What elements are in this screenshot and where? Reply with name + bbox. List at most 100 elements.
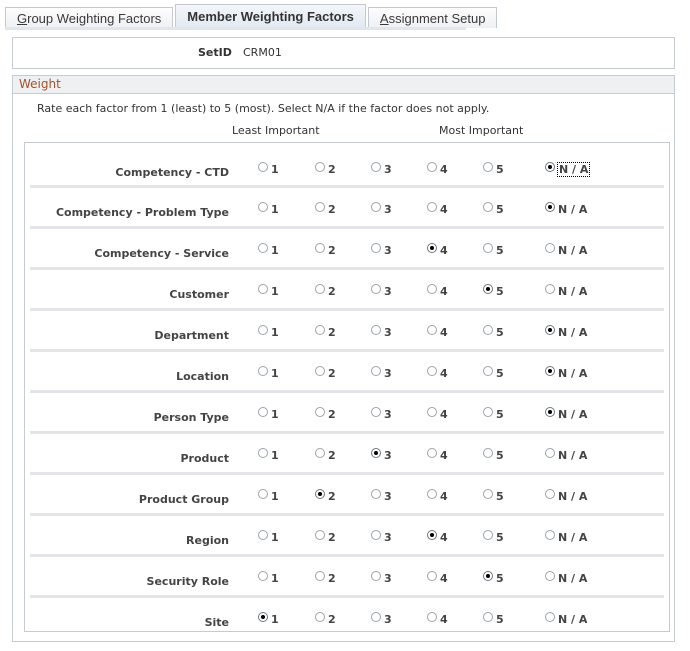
radio-button[interactable] xyxy=(258,366,268,376)
radio-button[interactable] xyxy=(545,530,555,540)
radio-button[interactable] xyxy=(315,202,325,212)
radio-button[interactable] xyxy=(315,530,325,540)
radio-button[interactable] xyxy=(427,284,437,294)
radio-option-1[interactable]: 1 xyxy=(258,243,279,257)
radio-button[interactable] xyxy=(483,284,493,294)
radio-option-na[interactable]: N / A xyxy=(545,366,587,380)
radio-button[interactable] xyxy=(315,612,325,622)
radio-option-na[interactable]: N / A xyxy=(545,243,587,257)
radio-option-5[interactable]: 5 xyxy=(483,530,504,544)
radio-option-4[interactable]: 4 xyxy=(427,530,448,544)
radio-button[interactable] xyxy=(371,571,381,581)
radio-option-3[interactable]: 3 xyxy=(371,202,392,216)
radio-option-3[interactable]: 3 xyxy=(371,162,392,176)
radio-button[interactable] xyxy=(258,407,268,417)
radio-option-1[interactable]: 1 xyxy=(258,448,279,462)
radio-button[interactable] xyxy=(371,448,381,458)
radio-button[interactable] xyxy=(258,571,268,581)
radio-option-3[interactable]: 3 xyxy=(371,448,392,462)
radio-option-5[interactable]: 5 xyxy=(483,612,504,626)
radio-option-4[interactable]: 4 xyxy=(427,366,448,380)
radio-button[interactable] xyxy=(258,612,268,622)
radio-option-1[interactable]: 1 xyxy=(258,162,279,176)
radio-option-5[interactable]: 5 xyxy=(483,202,504,216)
tab-assignment-setup[interactable]: Assignment Setup xyxy=(367,7,498,28)
radio-button[interactable] xyxy=(427,202,437,212)
radio-option-3[interactable]: 3 xyxy=(371,571,392,585)
radio-option-4[interactable]: 4 xyxy=(427,448,448,462)
radio-button[interactable] xyxy=(371,162,381,172)
radio-button[interactable] xyxy=(258,243,268,253)
radio-button[interactable] xyxy=(545,325,555,335)
radio-option-3[interactable]: 3 xyxy=(371,284,392,298)
radio-button[interactable] xyxy=(427,162,437,172)
radio-button[interactable] xyxy=(427,489,437,499)
radio-button[interactable] xyxy=(371,366,381,376)
radio-button[interactable] xyxy=(258,530,268,540)
radio-button[interactable] xyxy=(258,448,268,458)
radio-option-5[interactable]: 5 xyxy=(483,325,504,339)
radio-option-4[interactable]: 4 xyxy=(427,202,448,216)
radio-button[interactable] xyxy=(258,284,268,294)
radio-button[interactable] xyxy=(258,162,268,172)
radio-option-5[interactable]: 5 xyxy=(483,448,504,462)
radio-option-3[interactable]: 3 xyxy=(371,366,392,380)
radio-option-1[interactable]: 1 xyxy=(258,530,279,544)
radio-option-5[interactable]: 5 xyxy=(483,284,504,298)
radio-button[interactable] xyxy=(258,202,268,212)
radio-option-1[interactable]: 1 xyxy=(258,612,279,626)
radio-button[interactable] xyxy=(483,571,493,581)
radio-option-5[interactable]: 5 xyxy=(483,243,504,257)
radio-button[interactable] xyxy=(315,407,325,417)
radio-button[interactable] xyxy=(545,243,555,253)
radio-option-4[interactable]: 4 xyxy=(427,407,448,421)
radio-button[interactable] xyxy=(315,162,325,172)
radio-option-4[interactable]: 4 xyxy=(427,243,448,257)
radio-option-4[interactable]: 4 xyxy=(427,489,448,503)
radio-option-4[interactable]: 4 xyxy=(427,571,448,585)
radio-button[interactable] xyxy=(483,243,493,253)
radio-option-5[interactable]: 5 xyxy=(483,366,504,380)
radio-option-na[interactable]: N / A xyxy=(545,202,587,216)
radio-option-5[interactable]: 5 xyxy=(483,162,504,176)
radio-button[interactable] xyxy=(371,325,381,335)
radio-option-na[interactable]: N / A xyxy=(545,407,587,421)
radio-button[interactable] xyxy=(371,489,381,499)
radio-button[interactable] xyxy=(371,202,381,212)
radio-button[interactable] xyxy=(545,162,555,172)
radio-option-na[interactable]: N / A xyxy=(545,284,587,298)
radio-option-4[interactable]: 4 xyxy=(427,325,448,339)
radio-option-2[interactable]: 2 xyxy=(315,571,336,585)
radio-button[interactable] xyxy=(545,366,555,376)
radio-button[interactable] xyxy=(427,612,437,622)
radio-button[interactable] xyxy=(483,489,493,499)
radio-button[interactable] xyxy=(545,571,555,581)
radio-button[interactable] xyxy=(427,448,437,458)
radio-option-1[interactable]: 1 xyxy=(258,489,279,503)
radio-button[interactable] xyxy=(483,448,493,458)
radio-option-2[interactable]: 2 xyxy=(315,366,336,380)
radio-button[interactable] xyxy=(545,407,555,417)
radio-button[interactable] xyxy=(315,489,325,499)
radio-button[interactable] xyxy=(483,202,493,212)
radio-button[interactable] xyxy=(315,325,325,335)
radio-option-3[interactable]: 3 xyxy=(371,243,392,257)
radio-option-na[interactable]: N / A xyxy=(545,571,587,585)
radio-option-5[interactable]: 5 xyxy=(483,571,504,585)
radio-button[interactable] xyxy=(545,284,555,294)
radio-option-3[interactable]: 3 xyxy=(371,612,392,626)
radio-button[interactable] xyxy=(371,407,381,417)
radio-option-1[interactable]: 1 xyxy=(258,366,279,380)
radio-button[interactable] xyxy=(427,243,437,253)
radio-button[interactable] xyxy=(371,284,381,294)
radio-option-na[interactable]: N / A xyxy=(545,612,587,626)
radio-option-4[interactable]: 4 xyxy=(427,612,448,626)
radio-button[interactable] xyxy=(315,571,325,581)
radio-button[interactable] xyxy=(315,448,325,458)
radio-button[interactable] xyxy=(427,366,437,376)
radio-button[interactable] xyxy=(545,489,555,499)
radio-button[interactable] xyxy=(545,448,555,458)
radio-option-1[interactable]: 1 xyxy=(258,407,279,421)
radio-button[interactable] xyxy=(483,612,493,622)
radio-option-2[interactable]: 2 xyxy=(315,489,336,503)
